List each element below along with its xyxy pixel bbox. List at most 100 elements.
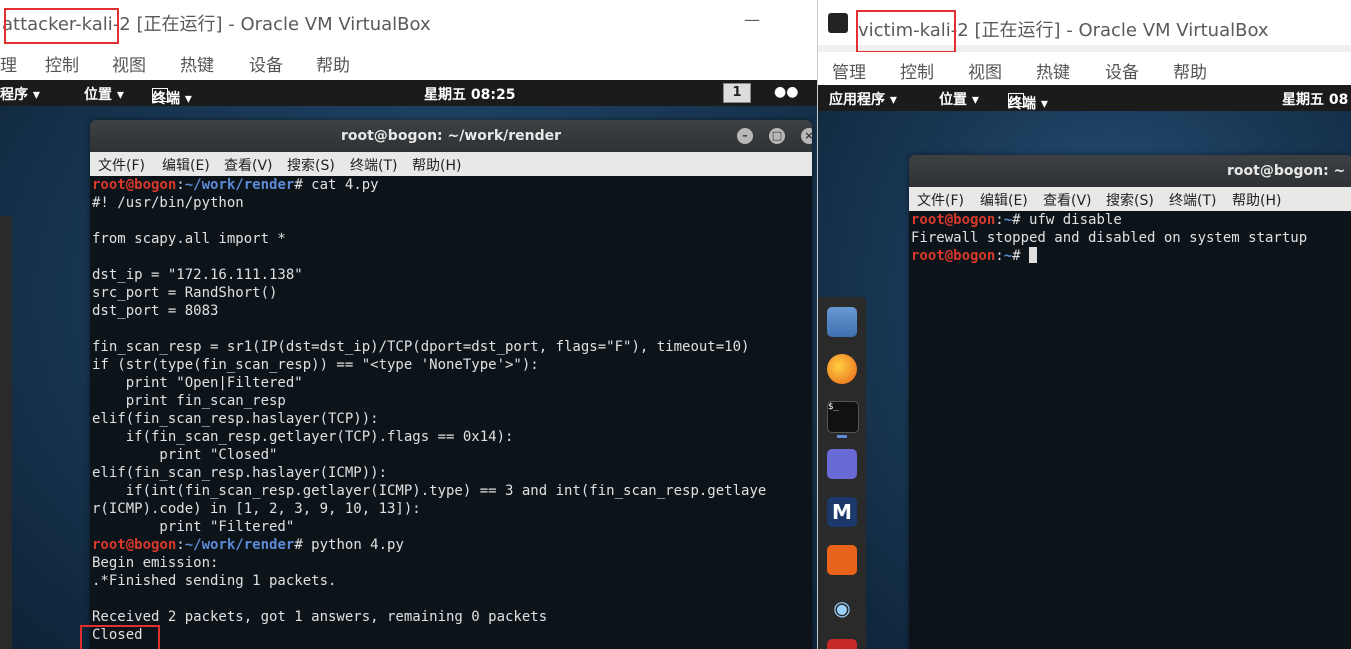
menu-search[interactable]: 搜索(S) [287,155,335,175]
text-cursor [1029,247,1038,263]
menu-manage[interactable]: 理 [0,51,17,76]
prompt-path: ~/work/render [184,537,295,553]
terminal-output[interactable]: root@bogon:~# ufw disable Firewall stoppe… [909,211,1351,649]
prompt-user: root@bogon [92,537,177,553]
output-text: dst_ip = "172.16.111.138" [92,267,303,283]
terminal-line: root@bogon:~/work/render# python 4.py [92,536,766,554]
virtualbox-vm-icon [828,13,848,33]
terminal-menubar: 文件(F) 编辑(E) 查看(V) 搜索(S) 终端(T) 帮助(H) [90,152,812,176]
prompt-colon: : [995,212,1004,228]
output-text: .*Finished sending 1 packets. [92,573,337,589]
maximize-icon[interactable]: □ [769,128,785,144]
app-icon[interactable] [827,639,857,649]
menu-hotkeys[interactable]: 热键 [180,51,214,76]
vm-status: [正在运行] - Oracle VM VirtualBox [968,20,1269,41]
menu-view[interactable]: 查看(V) [1043,190,1092,210]
terminal-line: dst_ip = "172.16.111.138" [92,266,766,284]
applications-menu[interactable]: 应用程序 ▾ [829,89,897,109]
terminal-line: from scapy.all import * [92,230,766,248]
victim-terminal-window: root@bogon: ~ 文件(F) 编辑(E) 查看(V) 搜索(S) 终端… [909,155,1351,649]
attacker-terminal-window: root@bogon: ~/work/render – □ × 文件(F) 编辑… [90,120,812,649]
menu-view[interactable]: 视图 [968,58,1002,83]
output-text: elif(fin_scan_resp.haslayer(ICMP)): [92,465,388,481]
command-text: # cat 4.py [294,177,379,193]
menu-hotkeys[interactable]: 热键 [1036,58,1070,83]
command-text: # [1012,248,1030,264]
clock[interactable]: 星期五 08:25 [424,84,515,104]
terminal-line: .*Finished sending 1 packets. [92,572,766,590]
menu-view[interactable]: 查看(V) [224,155,273,175]
terminal-line: print "Filtered" [92,518,766,536]
output-text: src_port = RandShort() [92,285,278,301]
menu-edit[interactable]: 编辑(E) [162,155,210,175]
output-text: dst_port = 8083 [92,303,219,319]
title-bar: attacker-kali-2 [正在运行] - Oracle VM Virtu… [0,0,817,45]
terminal-menu-label: 终端 ▾ [1008,96,1048,112]
output-text: if(fin_scan_resp.getlayer(TCP).flags == … [92,429,514,445]
terminal-line: dst_port = 8083 [92,302,766,320]
terminal-line: root@bogon:~# [911,247,1307,265]
terminal-line: if (str(type(fin_scan_resp)) == "<type '… [92,356,766,374]
terminal-line: src_port = RandShort() [92,284,766,302]
places-menu[interactable]: 位置 ▾ [84,84,124,104]
menu-help[interactable]: 帮助 [316,51,350,76]
closed-highlight-box [80,625,160,649]
terminal-lines: root@bogon:~/work/render# cat 4.py #! /us… [92,176,766,644]
menu-help[interactable]: 帮助 [1173,58,1207,83]
victim-vm-window: victim-kali-2 [正在运行] - Oracle VM Virtual… [817,0,1351,649]
terminal-line: if(int(fin_scan_resp.getlayer(ICMP).type… [92,482,767,500]
menu-control[interactable]: 控制 [900,58,934,83]
prompt-user: root@bogon [911,212,996,228]
menu-file[interactable]: 文件(F) [98,155,145,175]
terminal-title: root@bogon: ~ [1227,163,1346,179]
terminal-icon[interactable]: $_ [827,401,859,433]
menu-terminal[interactable]: 终端(T) [1169,190,1216,210]
minimize-icon[interactable]: – [737,128,753,144]
users-icon[interactable]: ●● [774,84,798,100]
menu-search[interactable]: 搜索(S) [1106,190,1154,210]
terminal-line: if(fin_scan_resp.getlayer(TCP).flags == … [92,428,766,446]
output-text: #! /usr/bin/python [92,195,244,211]
output-text: print "Open|Filtered" [92,375,303,391]
dock-edge [0,216,12,649]
menu-control[interactable]: 控制 [45,51,79,76]
terminal-line: Begin emission: [92,554,766,572]
menu-manage[interactable]: 管理 [832,58,866,83]
terminal-line: Closed [92,626,766,644]
menu-devices[interactable]: 设备 [249,51,283,76]
menu-view[interactable]: 视图 [112,51,146,76]
places-menu[interactable]: 位置 ▾ [939,89,979,109]
prompt-path: ~/work/render [184,177,295,193]
menu-file[interactable]: 文件(F) [917,190,964,210]
clock[interactable]: 星期五 08 [1282,89,1348,109]
menu-terminal[interactable]: 终端(T) [350,155,397,175]
gnome-top-panel: 应用程序 ▾ 位置 ▾ >_ 终端 ▾ 星期五 08 [818,85,1351,112]
highlight-box [4,8,119,44]
command-text: # ufw disable [1012,212,1122,228]
applications-menu[interactable]: 程序 ▾ [0,84,40,104]
output-text: print "Filtered" [92,519,295,535]
terminal-line: elif(fin_scan_resp.haslayer(ICMP)): [92,464,766,482]
terminal-output[interactable]: root@bogon:~/work/render# cat 4.py #! /us… [90,176,812,649]
files-icon[interactable] [827,307,857,337]
text-editor-icon[interactable] [827,449,857,479]
prompt-user: root@bogon [911,248,996,264]
prompt-colon: : [995,248,1004,264]
terminal-titlebar: root@bogon: ~/work/render – □ × [90,120,812,152]
firefox-icon[interactable] [827,354,857,384]
burpsuite-icon[interactable] [827,545,857,575]
minimize-button[interactable]: — [744,10,760,29]
menu-edit[interactable]: 编辑(E) [980,190,1028,210]
menu-help[interactable]: 帮助(H) [412,155,461,175]
terminal-line: Firewall stopped and disabled on system … [911,229,1307,247]
workspace-indicator[interactable]: 1 [723,83,751,103]
terminal-line: root@bogon:~/work/render# cat 4.py [92,176,766,194]
eye-icon[interactable]: ◉ [827,593,857,623]
menu-help[interactable]: 帮助(H) [1232,190,1281,210]
metasploit-icon[interactable]: M [827,497,857,527]
close-icon[interactable]: × [801,128,812,144]
output-text: print fin_scan_resp [92,393,286,409]
menu-devices[interactable]: 设备 [1105,58,1139,83]
